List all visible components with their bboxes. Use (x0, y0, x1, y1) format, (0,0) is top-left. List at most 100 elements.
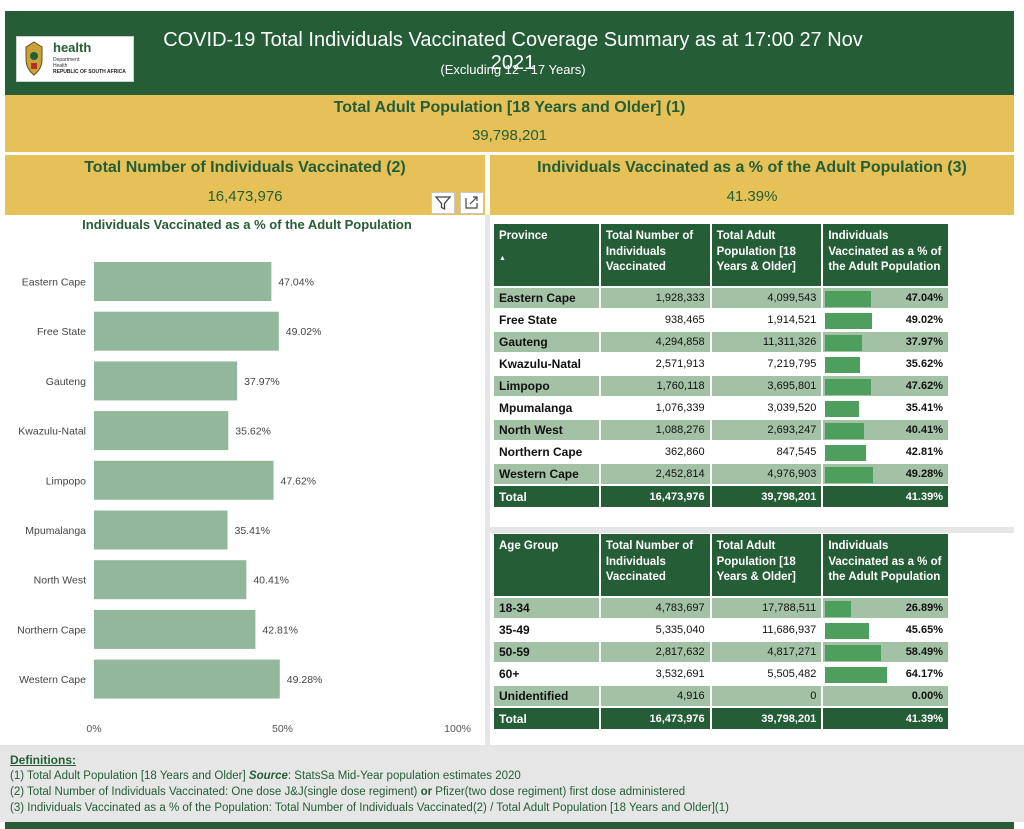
vaccinated-cell: 362,860 (599, 440, 712, 463)
column-header-vaccinated[interactable]: Total Number of Individuals Vaccinated (599, 224, 712, 287)
category-label: North West (34, 575, 86, 587)
total-row[interactable]: Total 16,473,976 39,798,201 41.39% (494, 484, 950, 507)
bar[interactable] (94, 609, 256, 649)
row-label: Mpumalanga (494, 396, 601, 419)
category-label: Free State (37, 326, 86, 338)
column-header-pct[interactable]: Individuals Vaccinated as a % of the Adu… (822, 224, 950, 287)
bar[interactable] (94, 510, 228, 550)
vaccinated-cell: 5,335,040 (599, 618, 712, 641)
table-row[interactable]: Limpopo 1,760,118 3,695,801 47.62% (494, 374, 950, 397)
data-bar (825, 313, 873, 329)
total-row[interactable]: Total 16,473,976 39,798,201 41.39% (494, 706, 950, 729)
column-header-pct[interactable]: Individuals Vaccinated as a % of the Adu… (822, 534, 950, 597)
population-cell: 4,817,271 (710, 640, 824, 663)
category-label: Kwazulu-Natal (18, 426, 86, 438)
table-row[interactable]: Mpumalanga 1,076,339 3,039,520 35.41% (494, 396, 950, 419)
category-label: Eastern Cape (22, 277, 86, 289)
column-header-vaccinated[interactable]: Total Number of Individuals Vaccinated (599, 534, 712, 597)
data-bar (825, 423, 865, 439)
column-header-population[interactable]: Total Adult Population [18 Years & Older… (710, 224, 824, 287)
table-row[interactable]: 50-59 2,817,632 4,817,271 58.49% (494, 640, 950, 663)
definitions-heading: Definitions: (10, 753, 76, 767)
table-row[interactable]: North West 1,088,276 2,693,247 40.41% (494, 418, 950, 441)
population-cell: 0 (710, 684, 824, 707)
row-label: Free State (494, 308, 601, 331)
data-label: 49.02% (286, 326, 322, 338)
logo-republic: REPUBLIC OF SOUTH AFRICA (53, 69, 126, 75)
table-row[interactable]: Northern Cape 362,860 847,545 42.81% (494, 440, 950, 463)
population-cell: 3,695,801 (710, 374, 824, 397)
pct-value: 47.62% (905, 380, 943, 392)
bar[interactable] (94, 560, 247, 600)
population-cell: 11,686,937 (710, 618, 824, 641)
definition-1: (1) Total Adult Population [18 Years and… (10, 770, 521, 782)
bar[interactable] (94, 411, 229, 451)
data-bar (825, 445, 867, 461)
table-row[interactable]: Free State 938,465 1,914,521 49.02% (494, 308, 950, 331)
vaccinated-cell: 4,294,858 (599, 330, 712, 353)
column-header-age-group[interactable]: Age Group (494, 534, 601, 597)
divider (485, 215, 490, 745)
population-cell: 2,693,247 (710, 418, 824, 441)
population-cell: 7,219,795 (710, 352, 824, 375)
pct-value: 35.62% (905, 358, 943, 370)
population-cell: 4,099,543 (710, 286, 824, 309)
table-row[interactable]: Kwazulu-Natal 2,571,913 7,219,795 35.62% (494, 352, 950, 375)
pct-value: 40.41% (905, 424, 943, 436)
focus-mode-button[interactable] (460, 192, 484, 214)
pct-cell: 47.62% (822, 374, 950, 397)
pct-cell: 41.39% (822, 706, 950, 729)
vaccinated-cell: 16,473,976 (599, 484, 712, 507)
coat-of-arms-icon (25, 41, 43, 76)
pct-cell: 58.49% (822, 640, 950, 663)
sort-ascending-icon[interactable]: ▲ (499, 251, 594, 267)
table-row[interactable]: 18-34 4,783,697 17,788,511 26.89% (494, 596, 950, 619)
table-row[interactable]: Unidentified 4,916 0 0.00% (494, 684, 950, 707)
filter-icon (434, 196, 452, 211)
data-bar (825, 623, 870, 639)
bar[interactable] (94, 460, 274, 500)
vaccination-pct-bar-chart: Eastern Cape 47.04% Free State 49.02% Gauten… (17, 262, 471, 735)
table-row[interactable]: Eastern Cape 1,928,333 4,099,543 47.04% (494, 286, 950, 309)
health-department-logo: health Department: Health REPUBLIC OF SOU… (16, 36, 134, 82)
divider (490, 527, 1014, 533)
filter-button[interactable] (431, 192, 455, 214)
vaccinated-cell: 938,465 (599, 308, 712, 331)
table-row[interactable]: 60+ 3,532,691 5,505,482 64.17% (494, 662, 950, 685)
population-cell: 847,545 (710, 440, 824, 463)
vaccinated-cell: 1,088,276 (599, 418, 712, 441)
pct-value: 41.39% (905, 490, 943, 503)
row-label: Northern Cape (494, 440, 601, 463)
kpi-title: Individuals Vaccinated as a % of the Adu… (537, 159, 967, 176)
pct-cell: 41.39% (822, 484, 950, 507)
logo-wordmark: health (53, 40, 92, 55)
pct-cell: 0.00% (822, 684, 950, 707)
pct-cell: 40.41% (822, 418, 950, 441)
bar[interactable] (94, 361, 238, 401)
x-tick-label: 50% (272, 723, 293, 735)
column-header-population[interactable]: Total Adult Population [18 Years & Older… (710, 534, 824, 597)
data-label: 47.04% (278, 277, 314, 289)
dashboard-header: health Department: Health REPUBLIC OF SOU… (5, 11, 1014, 95)
row-label: North West (494, 418, 601, 441)
data-bar (825, 379, 872, 395)
kpi-value: 41.39% (726, 188, 778, 205)
column-header-province[interactable]: Province ▲ (494, 224, 601, 287)
table-row[interactable]: Western Cape 2,452,814 4,976,903 49.28% (494, 462, 950, 485)
data-label: 35.41% (234, 525, 270, 537)
vaccinated-cell: 1,928,333 (599, 286, 712, 309)
row-label: Gauteng (494, 330, 601, 353)
data-bar (825, 667, 887, 683)
bar[interactable] (94, 262, 272, 301)
bar[interactable] (94, 311, 279, 351)
data-label: 47.62% (281, 475, 317, 487)
x-tick-label: 0% (86, 723, 101, 735)
row-label: Total (494, 706, 601, 729)
row-label: Total (494, 484, 601, 507)
vaccinated-cell: 16,473,976 (599, 706, 712, 729)
kpi-title: Total Adult Population [18 Years and Old… (333, 99, 686, 116)
table-row[interactable]: Gauteng 4,294,858 11,311,326 37.97% (494, 330, 950, 353)
table-row[interactable]: 35-49 5,335,040 11,686,937 45.65% (494, 618, 950, 641)
bar[interactable] (94, 659, 280, 699)
vaccinated-cell: 3,532,691 (599, 662, 712, 685)
